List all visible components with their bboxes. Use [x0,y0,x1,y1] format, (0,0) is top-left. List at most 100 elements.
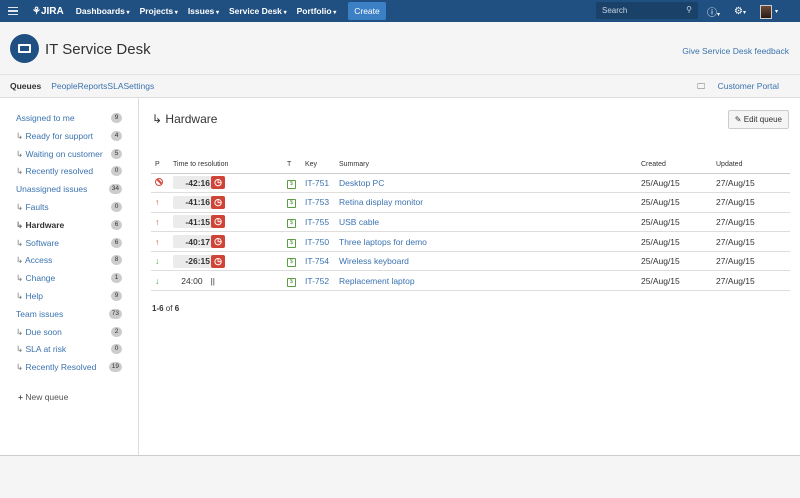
queue-item[interactable]: ↳ Faults 0 [16,202,122,213]
col-key[interactable]: Key [301,156,335,174]
service-request-type-icon: $ [287,218,296,228]
tab-queues[interactable]: Queues [10,81,41,91]
issue-key-link[interactable]: IT-753 [305,197,329,207]
sub-arrow-icon: ↳ [152,112,163,126]
queue-item[interactable]: ↳ Software 6 [16,237,122,249]
search-icon: ⚲ [686,5,692,14]
menu-issues[interactable]: Issues [188,6,219,16]
queue-label: ↳ Recently Resolved [16,362,96,373]
new-queue-button[interactable]: + New queue [18,392,68,402]
queue-item[interactable]: Team issues 73 [16,308,122,319]
app-switcher-icon[interactable] [8,6,18,16]
updated-date: 27/Aug/15 [712,212,790,233]
new-queue-label: New queue [25,392,69,402]
logo-text: JIRA [40,5,64,17]
queue-label: ↳ Hardware [16,220,64,231]
menu-dashboards[interactable]: Dashboards [76,6,130,16]
blocker-priority-icon [151,173,169,194]
queue-item[interactable]: ↳ Recently Resolved 19 [16,362,122,373]
queue-item[interactable]: Assigned to me 9 [16,113,122,123]
queue-item[interactable]: ↳ Waiting on customer 5 [16,148,122,160]
issue-summary-link[interactable]: Retina display monitor [339,197,423,207]
queue-item[interactable]: ↳ Hardware 6 [16,219,122,231]
col-created[interactable]: Created [637,156,712,174]
feedback-link[interactable]: Give Service Desk feedback [682,46,789,56]
table-row[interactable]: ↓ 24:00 || $ IT-752 Replacement laptop 25/Aug/… [151,270,790,292]
queue-count-badge: 8 [111,255,122,266]
col-summary[interactable]: Summary [335,156,637,174]
queue-label-text: Assigned to me [16,113,75,123]
issue-key-link[interactable]: IT-754 [305,256,329,266]
queue-item[interactable]: ↳ Recently resolved 0 [16,166,122,177]
issue-key-link[interactable]: IT-751 [305,178,329,188]
queue-label-text: Hardware [25,219,65,230]
col-priority[interactable]: P [151,156,169,174]
low-priority-icon: ↓ [151,270,169,292]
col-time-to-resolution[interactable]: Time to resolution [169,156,283,174]
updated-date: 27/Aug/15 [712,173,790,194]
queue-count-badge: 19 [108,362,122,373]
table-row[interactable]: ↑ -41:16 ◷ $ IT-753 Retina display monitor 25/… [151,192,790,213]
issue-summary-link[interactable]: Wireless keyboard [339,256,409,266]
queue-count-badge: 4 [111,130,122,141]
tab-people[interactable]: People [51,81,77,91]
sla-timer: -42:16 ◷ [173,176,225,190]
queue-item[interactable]: ↳ Access 8 [16,255,122,266]
help-icon[interactable]: ⓘ▾ [707,4,720,19]
queue-item[interactable]: Unassigned issues 34 [16,184,122,195]
queue-label: ↳ Faults [16,202,49,213]
queue-label-text: SLA at risk [25,344,67,355]
queue-label-text: Faults [25,202,49,212]
menu-projects[interactable]: Projects [140,6,178,16]
issue-summary-link[interactable]: USB cable [339,217,379,227]
queue-count-badge: 6 [111,219,122,230]
queue-item[interactable]: ↳ Due soon 2 [16,326,122,338]
table-row[interactable]: ↓ -26:15 ◷ $ IT-754 Wireless keyboard 25/Aug/1… [151,251,790,272]
tab-sla[interactable]: SLA [107,81,123,91]
queue-count-badge: 1 [111,273,122,284]
issue-summary-link[interactable]: Replacement laptop [339,276,415,286]
service-request-type-icon: $ [287,199,296,209]
tab-reports[interactable]: Reports [78,81,108,91]
tab-settings[interactable]: Settings [124,81,155,91]
issue-key-link[interactable]: IT-752 [305,276,329,286]
edit-queue-button[interactable]: ✎ Edit queue [727,110,789,129]
issue-key-link[interactable]: IT-750 [305,237,329,247]
queue-label: ↳ Software [16,238,59,249]
issue-summary-link[interactable]: Desktop PC [339,178,384,188]
queue-count-badge: 0 [111,344,122,355]
customer-portal-link[interactable]: 🖵 Customer Portal [697,81,789,92]
paused-icon: || [210,275,215,286]
issue-key-link[interactable]: IT-755 [305,217,329,227]
customer-portal-label: Customer Portal [717,81,779,91]
table-row[interactable]: ↑ -41:15 ◷ $ IT-755 USB cable 25/Aug/15 27/Aug/… [151,212,790,233]
created-date: 25/Aug/15 [637,270,712,292]
queue-count-badge: 2 [111,326,122,337]
service-request-type-icon: $ [287,238,296,248]
issue-summary-link[interactable]: Three laptops for demo [339,237,427,247]
col-type[interactable]: T [283,156,301,174]
queue-item[interactable]: ↳ Help 9 [16,291,122,302]
table-row[interactable]: -42:16 ◷ $ IT-751 Desktop PC 25/Aug/15 27/Aug/… [151,173,790,194]
user-menu[interactable]: ▾ [760,4,778,19]
service-request-type-icon: $ [287,258,296,268]
queue-item[interactable]: ↳ SLA at risk 0 [16,344,122,355]
project-header: IT Service Desk Give Service Desk feedba… [0,22,800,75]
menu-service-desk[interactable]: Service Desk [229,6,287,16]
search-input[interactable]: Search ⚲ [596,2,698,19]
queue-label-text: Recently resolved [25,166,94,177]
queue-item[interactable]: ↳ Change 1 [16,273,122,284]
clock-icon: ◷ [211,176,225,190]
queue-label: ↳ Due soon [16,327,62,338]
jira-logo[interactable]: ⚘JIRA [32,6,64,17]
pencil-icon: ✎ [734,115,742,124]
queue-item[interactable]: ↳ Ready for support 4 [16,130,122,142]
gear-icon[interactable]: ⚙▾ [734,6,746,17]
queue-label-text: Waiting on customer [25,148,103,159]
queue-label-text: Due soon [25,326,62,337]
create-button[interactable]: Create [348,2,386,20]
table-row[interactable]: ↑ -40:17 ◷ $ IT-750 Three laptops for demo 25/… [151,231,790,252]
sla-timer: -40:17 ◷ [173,235,225,249]
menu-portfolio[interactable]: Portfolio [297,6,337,16]
col-updated[interactable]: Updated [712,156,790,174]
